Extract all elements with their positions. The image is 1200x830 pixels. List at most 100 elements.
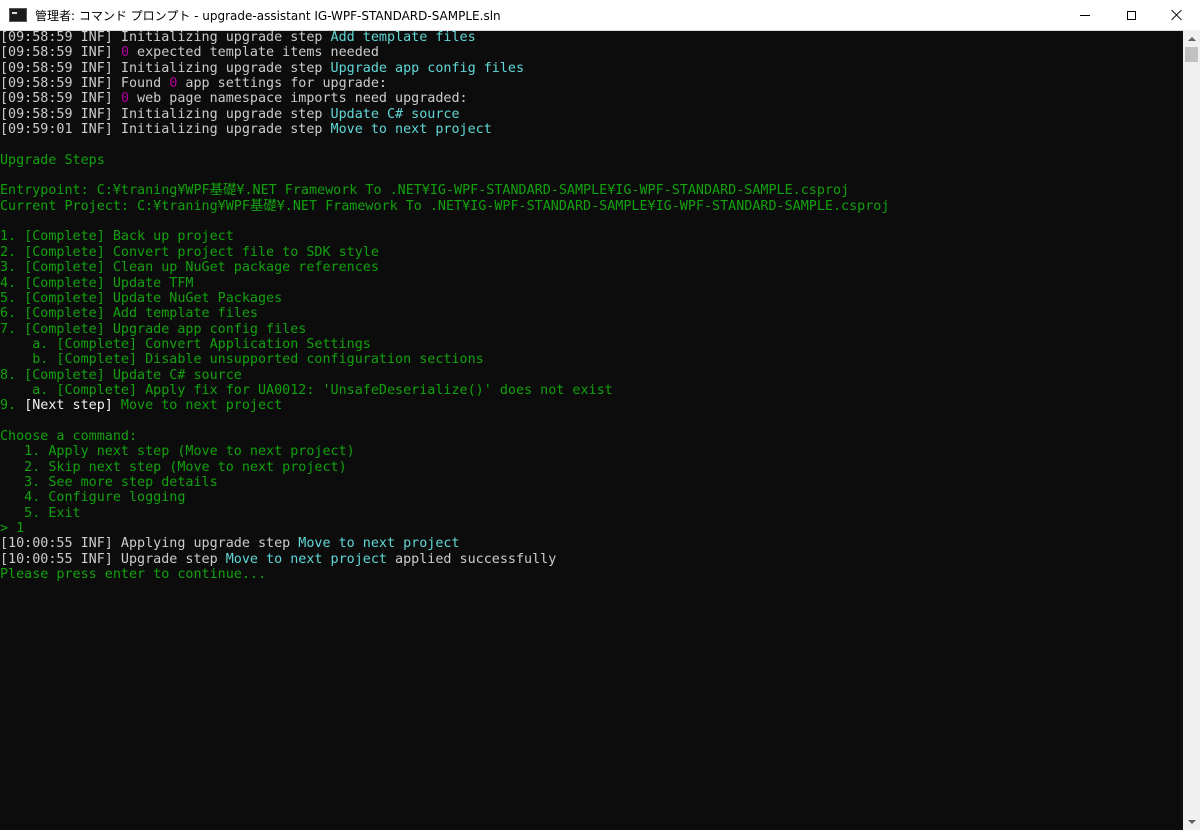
- console-line: b. [Complete] Disable unsupported config…: [0, 352, 1183, 367]
- console-text: [10:00:55 INF] Upgrade step: [0, 551, 226, 567]
- window-title: 管理者: コマンド プロンプト - upgrade-assistant IG-W…: [35, 8, 501, 23]
- console-text: web page namespace imports need upgraded…: [129, 91, 468, 107]
- cmd-icon: [9, 8, 27, 22]
- console-line: [09:58:59 INF] Found 0 app settings for …: [0, 76, 1183, 91]
- console-text: 9.: [0, 398, 25, 414]
- console-line: 6. [Complete] Add template files: [0, 306, 1183, 321]
- console-line: 1. [Complete] Back up project: [0, 229, 1183, 244]
- close-button[interactable]: [1154, 0, 1200, 30]
- console-line: Entrypoint: C:¥traning¥WPF基礎¥.NET Framew…: [0, 183, 1183, 198]
- console-output[interactable]: [09:58:59 INF] Initializing upgrade step…: [0, 30, 1183, 830]
- console-text: Add template files: [330, 30, 476, 45]
- console-line: [09:59:01 INF] Initializing upgrade step…: [0, 122, 1183, 137]
- console-text: 4. Configure logging: [0, 490, 186, 506]
- scroll-down-button[interactable]: [1183, 813, 1200, 830]
- console-text: [10:00:55 INF] Applying upgrade step: [0, 536, 299, 552]
- console-text: Move to next project: [330, 122, 492, 138]
- console-text: 0: [120, 45, 129, 61]
- console-text: [09:58:59 INF] Initializing upgrade step: [0, 106, 331, 122]
- console-text: 1. Apply next step (Move to next project…: [0, 444, 355, 460]
- console-text: Entrypoint: C:¥traning¥WPF基礎¥.NET Framew…: [0, 183, 850, 199]
- minimize-button[interactable]: [1062, 0, 1108, 30]
- console-line: [09:58:59 INF] Initializing upgrade step…: [0, 30, 1183, 45]
- console-line: 3. [Complete] Clean up NuGet package ref…: [0, 260, 1183, 275]
- console-text: 5. Exit: [0, 505, 81, 521]
- console-line: 2. Skip next step (Move to next project): [0, 460, 1183, 475]
- console-text: 3. [Complete] Clean up NuGet package ref…: [0, 260, 379, 276]
- console-line: Choose a command:: [0, 429, 1183, 444]
- console-text: expected template items needed: [129, 45, 379, 61]
- console-line: 9. [Next step] Move to next project: [0, 398, 1183, 413]
- console-text: 0: [120, 91, 129, 107]
- console-line: Current Project: C:¥traning¥WPF基礎¥.NET F…: [0, 199, 1183, 214]
- console-text: Upgrade app config files: [330, 60, 525, 76]
- console-text: [09:58:59 INF]: [0, 91, 121, 107]
- console-text: 4. [Complete] Update TFM: [0, 275, 194, 291]
- console-text: [09:59:01 INF] Initializing upgrade step: [0, 122, 331, 138]
- console-text: Upgrade Steps: [0, 152, 105, 168]
- console-text: [Next step]: [24, 398, 113, 414]
- console-text: Move to next project: [225, 551, 387, 567]
- console-text: [09:58:59 INF] Found: [0, 76, 170, 92]
- console-text: [09:58:59 INF] Initializing upgrade step: [0, 60, 331, 76]
- console-line: 4. Configure logging: [0, 490, 1183, 505]
- console-line: [09:58:59 INF] 0 expected template items…: [0, 45, 1183, 60]
- maximize-button[interactable]: [1108, 0, 1154, 30]
- console-line: 1. Apply next step (Move to next project…: [0, 444, 1183, 459]
- console-line: [09:58:59 INF] 0 web page namespace impo…: [0, 91, 1183, 106]
- console-line: 4. [Complete] Update TFM: [0, 276, 1183, 291]
- console-line: [09:58:59 INF] Initializing upgrade step…: [0, 61, 1183, 76]
- console-line: 5. [Complete] Update NuGet Packages: [0, 291, 1183, 306]
- console-line: 7. [Complete] Upgrade app config files: [0, 322, 1183, 337]
- minimize-icon: [1080, 14, 1090, 16]
- console-text: a. [Complete] Convert Application Settin…: [0, 336, 371, 352]
- console-line: Upgrade Steps: [0, 153, 1183, 168]
- console-text: b. [Complete] Disable unsupported config…: [0, 352, 484, 368]
- console-line: 5. Exit: [0, 506, 1183, 521]
- console-line: 3. See more step details: [0, 475, 1183, 490]
- console-line: a. [Complete] Apply fix for UA0012: 'Uns…: [0, 383, 1183, 398]
- console-window: 管理者: コマンド プロンプト - upgrade-assistant IG-W…: [0, 0, 1200, 830]
- console-text: Please press enter to continue...: [0, 567, 267, 583]
- console-line: [09:58:59 INF] Initializing upgrade step…: [0, 107, 1183, 122]
- console-text: Update C# source: [330, 106, 460, 122]
- console-text: [09:58:59 INF]: [0, 45, 121, 61]
- close-icon: [1171, 9, 1183, 21]
- console-line: Please press enter to continue...: [0, 567, 1183, 582]
- console-text: 2. [Complete] Convert project file to SD…: [0, 244, 379, 260]
- console-text: 3. See more step details: [0, 474, 218, 490]
- console-text: 6. [Complete] Add template files: [0, 306, 258, 322]
- console-line: 2. [Complete] Convert project file to SD…: [0, 245, 1183, 260]
- console-text: Move to next project: [112, 398, 283, 414]
- console-text: 8. [Complete] Update C# source: [0, 367, 242, 383]
- console-line: 8. [Complete] Update C# source: [0, 368, 1183, 383]
- scroll-thumb[interactable]: [1185, 47, 1198, 62]
- arrow-down-icon: [1187, 819, 1196, 824]
- arrow-up-icon: [1187, 36, 1196, 41]
- console-text: app settings for upgrade:: [177, 76, 387, 92]
- console-text: 5. [Complete] Update NuGet Packages: [0, 290, 283, 306]
- console-text: applied successfully: [386, 551, 557, 567]
- console-text: 1. [Complete] Back up project: [0, 229, 234, 245]
- console-text: [09:58:59 INF] Initializing upgrade step: [0, 30, 331, 45]
- console-text: 2. Skip next step (Move to next project): [0, 459, 347, 475]
- title-bar[interactable]: 管理者: コマンド プロンプト - upgrade-assistant IG-W…: [0, 0, 1200, 31]
- maximize-icon: [1126, 10, 1136, 20]
- console-text: 7. [Complete] Upgrade app config files: [0, 321, 307, 337]
- console-line: > 1: [0, 521, 1183, 536]
- console-line: a. [Complete] Convert Application Settin…: [0, 337, 1183, 352]
- console-text: Move to next project: [298, 536, 460, 552]
- vertical-scrollbar[interactable]: [1183, 30, 1200, 830]
- window-controls: [1062, 0, 1200, 30]
- console-text: > 1: [0, 521, 25, 536]
- console-line: [10:00:55 INF] Upgrade step Move to next…: [0, 552, 1183, 567]
- console-text: Current Project: C:¥traning¥WPF基礎¥.NET F…: [0, 198, 890, 214]
- console-text: Choose a command:: [0, 428, 138, 444]
- console-text: a. [Complete] Apply fix for UA0012: 'Uns…: [0, 382, 613, 398]
- scroll-up-button[interactable]: [1183, 30, 1200, 47]
- console-line: [10:00:55 INF] Applying upgrade step Mov…: [0, 536, 1183, 551]
